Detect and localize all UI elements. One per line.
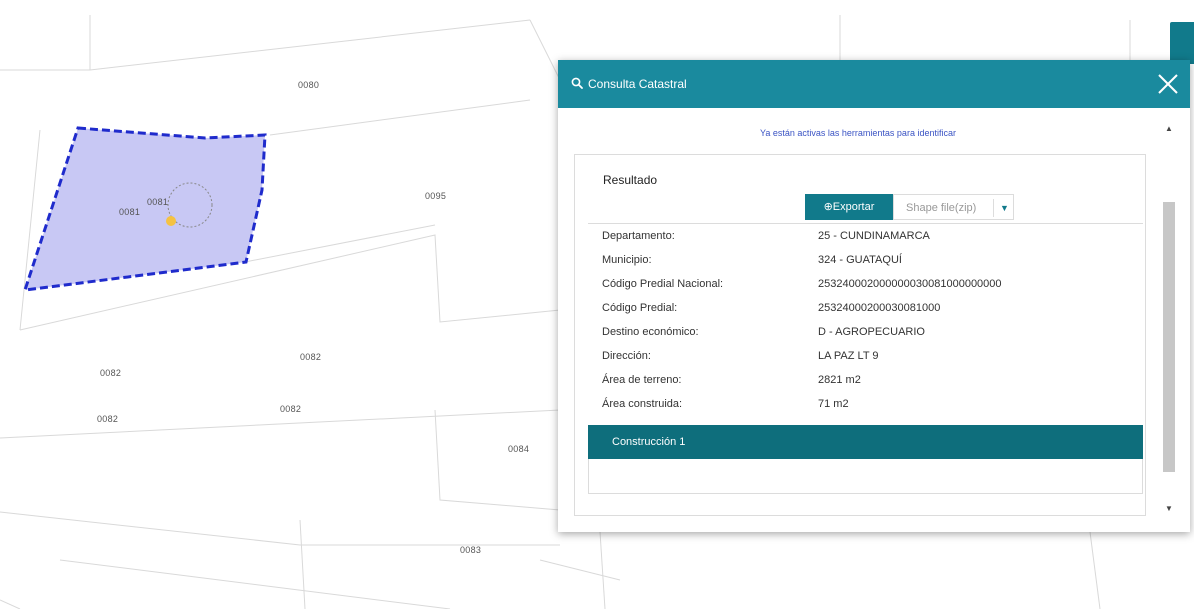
select-divider	[993, 199, 994, 217]
scrollbar[interactable]: ▲ ▼	[1160, 112, 1178, 528]
scroll-up-icon[interactable]: ▲	[1165, 124, 1173, 133]
parcel-label: 0082	[97, 414, 119, 424]
parcel-label: 0081	[147, 197, 169, 207]
attribute-key: Código Predial:	[602, 302, 678, 314]
search-icon	[571, 77, 583, 89]
identify-point-marker	[166, 216, 176, 226]
result-panel: Resultado ⊕Exportar Shape file(zip) ▼ De…	[574, 154, 1146, 516]
result-title: Resultado	[603, 173, 658, 187]
cadastral-query-dialog: Consulta Catastral Ya están activas las …	[558, 60, 1190, 532]
attribute-row: Dirección: LA PAZ LT 9	[588, 344, 1143, 368]
parcel-label: 0084	[508, 444, 530, 454]
attribute-row: Código Predial Nacional: 253240002000000…	[588, 272, 1143, 296]
attribute-key: Área de terreno:	[602, 374, 682, 386]
attribute-row: Área de terreno: 2821 m2	[588, 368, 1143, 392]
attribute-row: Destino económico: D - AGROPECUARIO	[588, 320, 1143, 344]
parcel-label: 0082	[300, 352, 322, 362]
attribute-key: Departamento:	[602, 230, 675, 242]
attribute-key: Municipio:	[602, 254, 652, 266]
construction-label: Construcción 1	[612, 436, 686, 448]
dialog-header[interactable]: Consulta Catastral	[558, 60, 1190, 108]
construction-accordion-body	[588, 459, 1143, 494]
parcel-label: 0082	[100, 368, 122, 378]
dialog-title: Consulta Catastral	[588, 77, 687, 91]
attribute-value: 25324000200030081000	[818, 302, 941, 314]
export-button[interactable]: ⊕Exportar	[805, 194, 893, 220]
attribute-key: Destino económico:	[602, 326, 699, 338]
attribute-value: 253240002000000030081000000000	[818, 278, 1002, 290]
attribute-value: 324 - GUATAQUÍ	[818, 254, 902, 266]
parcel-label: 0082	[280, 404, 302, 414]
attribute-value: 25 - CUNDINAMARCA	[818, 230, 930, 242]
scroll-down-icon[interactable]: ▼	[1165, 504, 1173, 513]
attribute-value: 2821 m2	[818, 374, 861, 386]
selected-parcel[interactable]	[22, 126, 267, 292]
attribute-key: Código Predial Nacional:	[602, 278, 724, 290]
attribute-value: D - AGROPECUARIO	[818, 326, 925, 338]
attribute-row: Área construida: 71 m2	[588, 392, 1143, 416]
attribute-key: Dirección:	[602, 350, 651, 362]
export-format-select[interactable]: Shape file(zip) ▼	[893, 194, 1014, 220]
attribute-row: Departamento: 25 - CUNDINAMARCA	[588, 224, 1143, 248]
parcel-label: 0083	[460, 545, 482, 555]
construction-accordion-header[interactable]: Construcción 1	[588, 425, 1143, 459]
export-format-value: Shape file(zip)	[906, 202, 977, 214]
info-message: Ya están activas las herramientas para i…	[760, 128, 956, 138]
attribute-table: Departamento: 25 - CUNDINAMARCA Municipi…	[588, 223, 1143, 416]
attribute-key: Área construida:	[602, 398, 683, 410]
dialog-body: Ya están activas las herramientas para i…	[558, 108, 1190, 532]
parcel-label: 0080	[298, 80, 320, 90]
attribute-row: Municipio: 324 - GUATAQUÍ	[588, 248, 1143, 272]
attribute-value: LA PAZ LT 9	[818, 350, 879, 362]
close-icon[interactable]	[1154, 70, 1182, 98]
attribute-row: Código Predial: 25324000200030081000	[588, 296, 1143, 320]
parcel-label: 0081	[119, 207, 141, 217]
side-panel-tab[interactable]	[1170, 22, 1194, 64]
attribute-value: 71 m2	[818, 398, 849, 410]
scroll-thumb[interactable]	[1163, 202, 1175, 472]
parcel-label: 0095	[425, 191, 447, 201]
chevron-down-icon[interactable]: ▼	[1000, 195, 1009, 221]
